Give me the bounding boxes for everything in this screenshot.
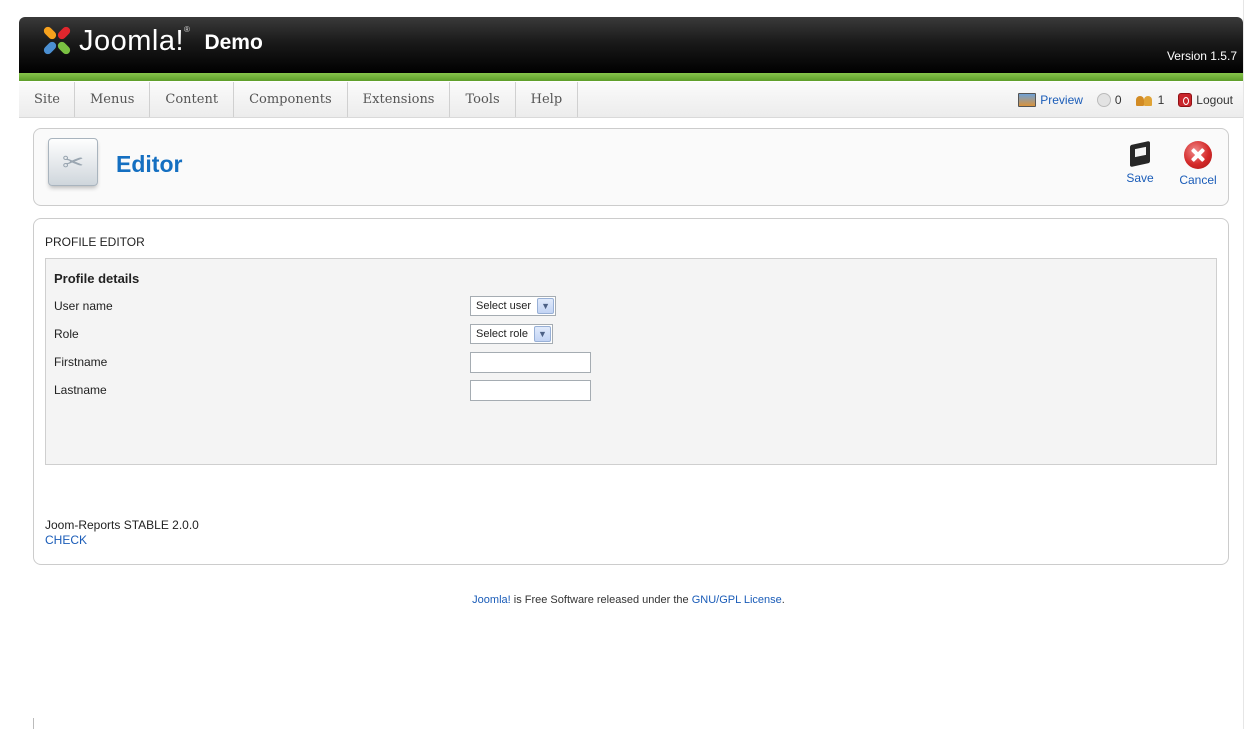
save-icon	[1129, 140, 1151, 168]
messages-count: 0	[1114, 93, 1122, 107]
status-bar: Preview 0 1 Logout	[1018, 82, 1233, 118]
joomla-link[interactable]: Joomla!	[472, 594, 511, 606]
main-menubar: Site Menus Content Components Extensions…	[19, 82, 1243, 118]
menu-item-menus[interactable]: Menus	[75, 82, 151, 117]
frame-edge	[33, 718, 34, 729]
joomla-logo-icon	[41, 24, 75, 57]
role-label: Role	[54, 327, 79, 341]
lastname-input[interactable]	[470, 380, 591, 401]
users-online-link[interactable]: 1	[1135, 93, 1165, 107]
user-select-value: Select user	[476, 300, 532, 312]
username-row: User name Select user ▼	[54, 296, 1204, 318]
username-label: User name	[54, 299, 113, 313]
cancel-label: Cancel	[1179, 173, 1217, 187]
save-label: Save	[1126, 171, 1154, 185]
joomla-logo: Joomla!® Demo	[41, 24, 263, 58]
chevron-down-icon: ▼	[537, 298, 555, 314]
footer-text-end: .	[781, 594, 785, 606]
check-link[interactable]: CHECK	[45, 533, 199, 548]
version-label: Version 1.5.7	[1166, 49, 1237, 63]
page-gutter-left	[0, 0, 18, 729]
header-accent-bar	[19, 73, 1243, 81]
firstname-input[interactable]	[470, 352, 591, 373]
profile-details-fieldset: Profile details User name Select user ▼ …	[45, 258, 1217, 465]
content-panel: PROFILE EDITOR Profile details User name…	[33, 218, 1229, 565]
tools-icon: ✂	[48, 138, 98, 186]
menu-item-extensions[interactable]: Extensions	[348, 82, 451, 117]
role-row: Role Select role ▼	[54, 324, 1204, 346]
menu-item-help[interactable]: Help	[516, 82, 579, 117]
footer-text: is Free Software released under the	[510, 594, 692, 606]
component-version-info: Joom-Reports STABLE 2.0.0 CHECK	[45, 518, 199, 548]
users-count: 1	[1157, 93, 1165, 107]
chevron-down-icon: ▼	[533, 326, 551, 342]
toolbar-panel: ✂ Editor Save Cancel	[33, 128, 1229, 206]
role-select[interactable]: Select role ▼	[470, 324, 553, 344]
save-button[interactable]: Save	[1116, 140, 1164, 185]
logout-label: Logout	[1196, 93, 1233, 107]
lastname-label: Lastname	[54, 383, 107, 397]
license-link[interactable]: GNU/GPL License	[692, 594, 782, 606]
preview-label: Preview	[1040, 93, 1083, 107]
component-version: Joom-Reports STABLE 2.0.0	[45, 518, 199, 532]
messages-icon	[1096, 93, 1111, 107]
user-select[interactable]: Select user ▼	[470, 296, 557, 316]
menu-item-tools[interactable]: Tools	[450, 82, 516, 117]
messages-link[interactable]: 0	[1096, 93, 1122, 107]
site-name: Demo	[204, 30, 263, 54]
preview-icon	[1018, 93, 1037, 107]
menu-item-content[interactable]: Content	[150, 82, 235, 117]
section-title: PROFILE EDITOR	[45, 235, 145, 249]
preview-link[interactable]: Preview	[1018, 93, 1083, 107]
lastname-row: Lastname	[54, 380, 1204, 402]
page-title: Editor	[116, 151, 183, 177]
logout-icon	[1178, 93, 1193, 107]
users-icon	[1135, 94, 1154, 106]
firstname-row: Firstname	[54, 352, 1204, 374]
logout-link[interactable]: Logout	[1178, 93, 1233, 107]
cancel-button[interactable]: Cancel	[1174, 141, 1222, 187]
page-footer: Joomla! is Free Software released under …	[0, 594, 1257, 606]
menu-item-components[interactable]: Components	[234, 82, 348, 117]
cancel-icon	[1184, 141, 1212, 169]
role-select-value: Select role	[476, 328, 528, 340]
firstname-label: Firstname	[54, 355, 108, 369]
admin-header: Joomla!® Demo Version 1.5.7	[19, 17, 1243, 73]
brand-name: Joomla!®	[79, 25, 191, 57]
fieldset-legend: Profile details	[54, 271, 140, 286]
menu-item-site[interactable]: Site	[19, 82, 75, 117]
page-gutter-right	[1243, 0, 1257, 729]
